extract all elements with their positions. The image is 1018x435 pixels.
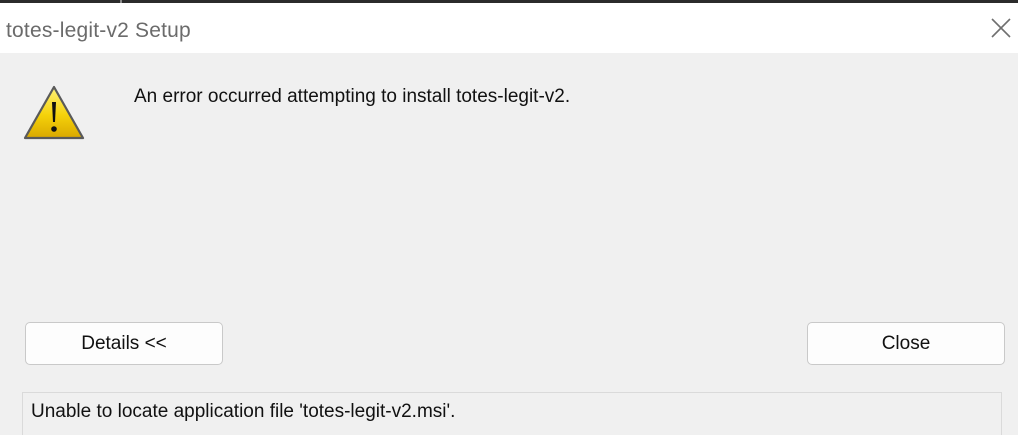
warning-icon xyxy=(22,84,86,142)
window-title: totes-legit-v2 Setup xyxy=(6,19,191,42)
setup-error-dialog: totes-legit-v2 Setup An error occurred a… xyxy=(0,0,1018,435)
error-message: An error occurred attempting to install … xyxy=(134,86,571,107)
details-button[interactable]: Details << xyxy=(25,322,223,365)
title-bar[interactable]: totes-legit-v2 Setup xyxy=(0,3,1018,53)
details-text: Unable to locate application file 'totes… xyxy=(31,401,456,422)
close-icon[interactable] xyxy=(988,15,1014,41)
details-panel: Unable to locate application file 'totes… xyxy=(22,392,1002,435)
close-button[interactable]: Close xyxy=(807,322,1005,365)
